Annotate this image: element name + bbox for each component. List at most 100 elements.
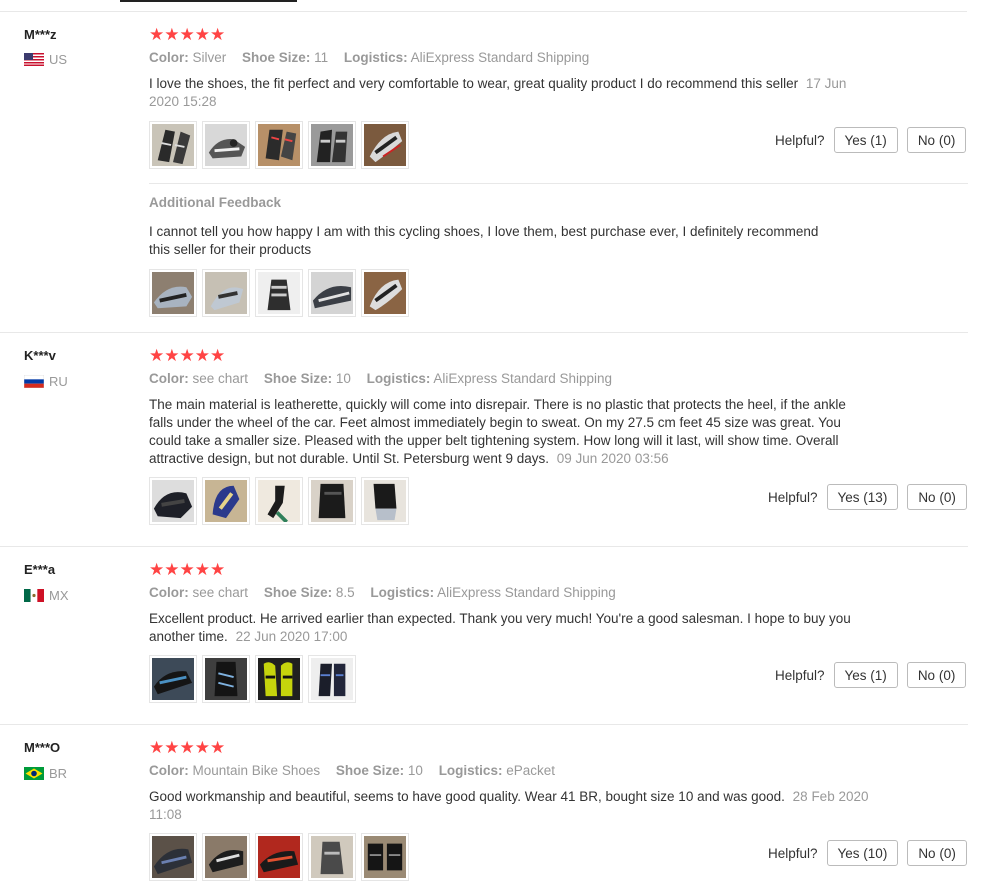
helpful-votes: Helpful? Yes (10) No (0) (768, 840, 967, 866)
size-value: 10 (335, 371, 351, 386)
us-flag-icon (24, 53, 44, 66)
helpful-yes-button[interactable]: Yes (1) (833, 662, 898, 688)
size-value: 8.5 (335, 585, 355, 600)
review-photo[interactable] (255, 121, 303, 169)
review-photo[interactable] (361, 477, 409, 525)
country-code: RU (49, 374, 68, 389)
review-photos (149, 477, 409, 525)
logistics-label: Logistics: (343, 50, 408, 65)
helpful-yes-button[interactable]: Yes (13) (826, 484, 899, 510)
helpful-label: Helpful? (775, 132, 825, 148)
review-photo[interactable] (202, 833, 250, 881)
divider (0, 546, 968, 547)
review-text: Good workmanship and beautiful, seems to… (149, 788, 879, 824)
additional-feedback-text: I cannot tell you how happy I am with th… (149, 224, 819, 257)
color-label: Color: (149, 50, 189, 65)
review-photo[interactable] (308, 655, 356, 703)
country: MX (24, 588, 69, 603)
review-photo[interactable] (308, 121, 356, 169)
tab-bar (0, 0, 987, 2)
review-date: 09 Jun 2020 03:56 (556, 451, 669, 466)
color-label: Color: (149, 763, 189, 778)
review-photo[interactable] (255, 655, 303, 703)
helpful-no-button[interactable]: No (0) (907, 484, 967, 510)
user-name: E***a (24, 562, 56, 577)
review-meta: Color: see chart Shoe Size: 8.5 Logistic… (149, 585, 616, 600)
country: US (24, 52, 67, 67)
review-photo[interactable] (255, 269, 303, 317)
logistics-label: Logistics: (370, 585, 435, 600)
country-code: MX (49, 588, 69, 603)
additional-feedback-title: Additional Feedback (149, 195, 282, 210)
review-text: The main material is leatherette, quickl… (149, 396, 864, 468)
user-name: M***O (24, 740, 61, 755)
review-photo[interactable] (255, 833, 303, 881)
logistics-value: AliExpress Standard Shipping (437, 585, 616, 600)
helpful-no-button[interactable]: No (0) (906, 127, 967, 153)
color-value: see chart (192, 371, 249, 386)
review-photo[interactable] (361, 269, 409, 317)
divider (0, 724, 968, 725)
review-date: 22 Jun 2020 17:00 (235, 629, 348, 644)
review-photo[interactable] (308, 477, 356, 525)
user-name: M***z (24, 27, 57, 42)
review-body: The main material is leatherette, quickl… (149, 397, 846, 466)
mx-flag-icon (24, 589, 44, 602)
helpful-label: Helpful? (775, 667, 825, 683)
review-body: Good workmanship and beautiful, seems to… (149, 789, 785, 804)
helpful-yes-button[interactable]: Yes (1) (833, 127, 898, 153)
divider (0, 11, 967, 12)
review-photos (149, 121, 409, 169)
star-rating: ★★★★★ (149, 738, 226, 757)
logistics-value: AliExpress Standard Shipping (433, 371, 613, 386)
review-photo[interactable] (149, 833, 197, 881)
review-photo[interactable] (202, 121, 250, 169)
star-rating: ★★★★★ (149, 560, 226, 579)
review-photo[interactable] (149, 121, 197, 169)
review-text: I love the shoes, the fit perfect and ve… (149, 75, 869, 111)
review-photo[interactable] (202, 269, 250, 317)
helpful-votes: Helpful? Yes (1) No (0) (775, 662, 967, 688)
size-label: Shoe Size: (263, 585, 333, 600)
helpful-label: Helpful? (768, 489, 818, 505)
ru-flag-icon (24, 375, 44, 388)
logistics-value: AliExpress Standard Shipping (410, 50, 590, 65)
review-photo[interactable] (202, 655, 250, 703)
helpful-no-button[interactable]: No (0) (906, 662, 967, 688)
review-photos (149, 655, 356, 703)
star-rating: ★★★★★ (149, 346, 226, 365)
helpful-votes: Helpful? Yes (1) No (0) (775, 127, 967, 153)
logistics-label: Logistics: (366, 371, 431, 386)
helpful-votes: Helpful? Yes (13) No (0) (768, 484, 967, 510)
br-flag-icon (24, 767, 44, 780)
review-photo[interactable] (361, 121, 409, 169)
review-body: I love the shoes, the fit perfect and ve… (149, 76, 799, 91)
color-value: Silver (192, 50, 227, 65)
size-label: Shoe Size: (335, 763, 405, 778)
size-label: Shoe Size: (242, 50, 311, 65)
review-photo[interactable] (361, 833, 409, 881)
color-label: Color: (149, 585, 189, 600)
review-photo[interactable] (202, 477, 250, 525)
country: RU (24, 374, 68, 389)
star-rating: ★★★★★ (149, 25, 226, 44)
country-code: BR (49, 766, 68, 781)
divider (149, 183, 968, 184)
review-photo[interactable] (308, 269, 356, 317)
color-value: Mountain Bike Shoes (192, 763, 321, 778)
divider (0, 332, 968, 333)
country: BR (24, 766, 67, 781)
additional-photos (149, 269, 409, 317)
review-photo[interactable] (255, 477, 303, 525)
review-photo[interactable] (308, 833, 356, 881)
review-photo[interactable] (149, 655, 197, 703)
helpful-no-button[interactable]: No (0) (907, 840, 967, 866)
active-tab-indicator (120, 0, 297, 2)
helpful-yes-button[interactable]: Yes (10) (826, 840, 899, 866)
logistics-label: Logistics: (438, 763, 503, 778)
color-value: see chart (192, 585, 249, 600)
review-meta: Color: Mountain Bike Shoes Shoe Size: 10… (149, 763, 555, 778)
review-meta: Color: see chart Shoe Size: 10 Logistics… (149, 371, 612, 386)
review-photo[interactable] (149, 477, 197, 525)
review-photo[interactable] (149, 269, 197, 317)
